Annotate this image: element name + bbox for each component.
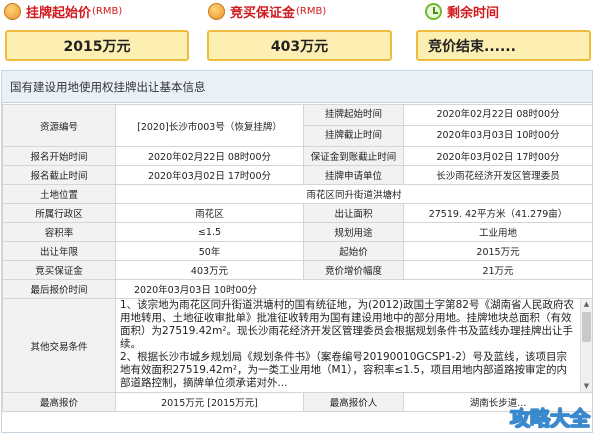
- deposit-header: 竞买保证金 (RMB): [208, 0, 326, 22]
- top-bid-label: 最高报价: [2, 392, 116, 412]
- land-use-value: 工业用地: [403, 222, 592, 242]
- area-value: 27519. 42平方米（41.279亩）: [403, 203, 592, 223]
- scroll-thumb[interactable]: [582, 312, 591, 342]
- deposit-unit: (RMB): [296, 5, 327, 17]
- term-label: 出让年限: [2, 241, 116, 261]
- last-bid-time-label: 最后报价时间: [2, 279, 116, 299]
- table-row: 容积率 ≤1.5 规划用途 工业用地: [2, 222, 592, 242]
- other-conditions-cell: 1、该宗地为雨花区同升街道洪塘村的国有统征地，为(2012)政国土字第82号《湖…: [115, 298, 592, 393]
- deposit-deadline-value: 2020年03月02日 17时00分: [403, 146, 592, 166]
- money-bag-icon: [4, 2, 21, 20]
- resource-id-label: 资源编号: [2, 104, 116, 147]
- other-conditions-text: 1、该宗地为雨花区同升街道洪塘村的国有统征地，为(2012)政国土字第82号《湖…: [120, 299, 574, 390]
- land-use-label: 规划用途: [303, 222, 404, 242]
- location-value: 雨花区同升街道洪塘村: [115, 184, 592, 204]
- listing-times-labels: 挂牌起始时间 挂牌截止时间: [303, 104, 404, 147]
- time-left-box: 竞价结束......: [416, 30, 591, 61]
- term-value: 50年: [115, 241, 304, 261]
- land-info-table: 资源编号 [2020]长沙市003号（恢复挂牌） 挂牌起始时间 挂牌截止时间 2…: [2, 104, 592, 412]
- listing-start-label: 挂牌起始时间: [304, 106, 403, 126]
- conditions-scrollbar[interactable]: ▲ ▼: [580, 299, 592, 392]
- bid-deposit-value: 403万元: [115, 260, 304, 280]
- reg-end-label: 报名截止时间: [2, 165, 116, 185]
- other-conditions-label: 其他交易条件: [2, 298, 116, 393]
- reg-end-value: 2020年03月02日 17时00分: [115, 165, 304, 185]
- reg-start-value: 2020年02月22日 08时00分: [115, 146, 304, 166]
- starting-price-label: 起始价: [303, 241, 404, 261]
- table-row: 所属行政区 雨花区 出让面积 27519. 42平方米（41.279亩）: [2, 203, 592, 223]
- increment-label: 竞价增价幅度: [303, 260, 404, 280]
- reg-start-label: 报名开始时间: [2, 146, 116, 166]
- start-price-header: 挂牌起始价 (RMB): [4, 0, 122, 22]
- bid-deposit-label: 竞买保证金: [2, 260, 116, 280]
- start-price-unit: (RMB): [92, 5, 123, 17]
- table-row: 资源编号 [2020]长沙市003号（恢复挂牌） 挂牌起始时间 挂牌截止时间 2…: [2, 104, 592, 147]
- money-bag-icon: [208, 2, 225, 20]
- deposit-title: 竞买保证金: [230, 5, 296, 21]
- top-bid-value: 2015万元 [2015万元]: [115, 392, 304, 412]
- plot-ratio-value: ≤1.5: [115, 222, 304, 242]
- starting-price-value: 2015万元: [403, 241, 592, 261]
- listing-end-value: 2020年03月03日 10时00分: [436, 130, 560, 141]
- table-row: 报名截止时间 2020年03月02日 17时00分 挂牌申请单位 长沙雨花经济开…: [2, 165, 592, 185]
- plot-ratio-label: 容积率: [2, 222, 116, 242]
- table-row: 其他交易条件 1、该宗地为雨花区同升街道洪塘村的国有统征地，为(2012)政国土…: [2, 298, 592, 393]
- scroll-down-arrow-icon[interactable]: ▼: [581, 381, 592, 392]
- top-bidder-label: 最高报价人: [303, 392, 404, 412]
- increment-value: 21万元: [403, 260, 592, 280]
- table-row: 最高报价 2015万元 [2015万元] 最高报价人 湖南长步道...: [2, 392, 592, 412]
- table-row: 土地位置 雨花区同升街道洪塘村: [2, 184, 592, 204]
- resource-id-value: [2020]长沙市003号（恢复挂牌）: [115, 104, 304, 147]
- start-price-title: 挂牌起始价: [26, 5, 92, 21]
- area-label: 出让面积: [303, 203, 404, 223]
- table-row: 竞买保证金 403万元 竞价增价幅度 21万元: [2, 260, 592, 280]
- clock-icon: [425, 2, 442, 20]
- start-price-box: 2015万元: [5, 30, 189, 61]
- site-watermark: 攻略大全: [510, 406, 591, 431]
- table-row: 出让年限 50年 起始价 2015万元: [2, 241, 592, 261]
- listing-start-value: 2020年02月22日 08时00分: [404, 106, 592, 126]
- panel-title: 国有建设用地使用权挂牌出让基本信息: [2, 71, 592, 103]
- listing-times-values: 2020年02月22日 08时00分 2020年03月03日 10时00分: [403, 104, 592, 147]
- deposit-deadline-label: 保证金到账截止时间: [303, 146, 404, 166]
- applicant-label: 挂牌申请单位: [303, 165, 404, 185]
- district-value: 雨花区: [115, 203, 304, 223]
- table-row: 最后报价时间 2020年03月03日 10时00分: [2, 279, 592, 299]
- time-left-title: 剩余时间: [447, 5, 500, 21]
- land-info-panel: 国有建设用地使用权挂牌出让基本信息 资源编号 [2020]长沙市003号（恢复挂…: [1, 70, 593, 433]
- scroll-up-arrow-icon[interactable]: ▲: [581, 300, 592, 311]
- location-label: 土地位置: [2, 184, 116, 204]
- district-label: 所属行政区: [2, 203, 116, 223]
- listing-end-label: 挂牌截止时间: [324, 130, 382, 141]
- table-row: 报名开始时间 2020年02月22日 08时00分 保证金到账截止时间 2020…: [2, 146, 592, 166]
- applicant-value: 长沙雨花经济开发区管理委员: [403, 165, 592, 185]
- time-left-header: 剩余时间: [425, 0, 499, 22]
- auction-summary: 挂牌起始价 (RMB) 2015万元 竞买保证金 (RMB) 403万元 剩余时…: [0, 0, 594, 68]
- deposit-box: 403万元: [207, 30, 392, 61]
- last-bid-time-value: 2020年03月03日 10时00分: [115, 279, 592, 299]
